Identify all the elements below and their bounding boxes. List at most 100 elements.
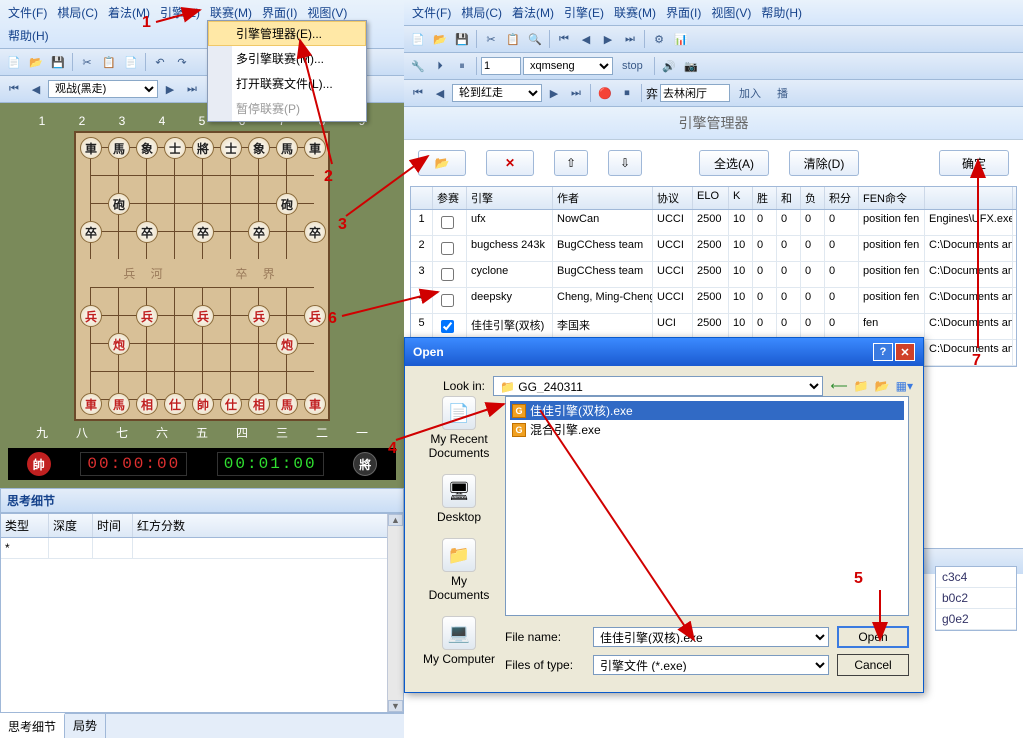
dm-open-league-file[interactable]: 打开联赛文件(L)... [208,71,366,96]
piece[interactable]: 將 [192,137,214,159]
piece[interactable]: 象 [136,137,158,159]
col-loss[interactable]: 负 [801,187,825,209]
tab-thinking[interactable]: 思考细节 [0,713,65,738]
file-list[interactable]: G佳佳引擎(双核).exe G混合引擎.exe [505,396,909,616]
piece[interactable]: 馬 [276,393,298,415]
em-down-button[interactable]: ⇩ [608,150,642,176]
piece[interactable]: 仕 [164,393,186,415]
play-button[interactable]: 播 [770,83,795,103]
th-col-score[interactable]: 红方分数 [133,514,403,537]
join-checkbox[interactable] [441,268,454,281]
tb-icon[interactable]: ⏭ [620,29,640,49]
piece[interactable]: 士 [220,137,242,159]
tb-icon[interactable]: ⏭ [566,83,586,103]
tb-next-icon[interactable]: ▶ [160,79,180,99]
join-button[interactable]: 加入 [732,83,768,103]
th-col-time[interactable]: 时间 [93,514,133,537]
filename-input[interactable]: 佳佳引擎(双核).exe [593,627,829,647]
menu-move[interactable]: 着法(M) [104,2,154,23]
file-item[interactable]: G佳佳引擎(双核).exe [510,401,904,420]
col-draw[interactable]: 和 [777,187,801,209]
piece[interactable]: 卒 [248,221,270,243]
piece[interactable]: 兵 [80,305,102,327]
piece[interactable]: 砲 [108,193,130,215]
tb-prev-icon[interactable]: ◀ [26,79,46,99]
piece[interactable]: 砲 [276,193,298,215]
piece[interactable]: 馬 [276,137,298,159]
lookin-select[interactable]: 📁 GG_240311 [493,376,823,396]
engine-row[interactable]: 2bugchess 243kBugCChess teamUCCI25001000… [411,236,1016,262]
tb-icon[interactable]: 🔧 [408,56,428,76]
move-item[interactable]: c3c4 [936,567,1016,588]
dm-multi-league[interactable]: 多引擎联赛(M)... [208,46,366,71]
rmenu-view[interactable]: 视图(V) [707,2,755,23]
menu-engine[interactable]: 引擎(E) [156,2,204,23]
tb-icon[interactable]: 🔍 [525,29,545,49]
tb-icon[interactable]: 📊 [671,29,691,49]
place-desktop[interactable]: 🖥Desktop [419,474,499,524]
tb-icon[interactable]: 🔴 [595,83,615,103]
tb-icon[interactable]: ⏹ [617,83,637,103]
tb-icon[interactable]: 🔊 [659,56,679,76]
back-icon[interactable]: ⟵ [831,379,848,393]
th-col-type[interactable]: 类型 [1,514,49,537]
piece[interactable]: 車 [304,137,326,159]
tb-icon[interactable]: ▶ [598,29,618,49]
piece[interactable]: 炮 [108,333,130,355]
engine-row[interactable]: 4deepskyCheng, Ming-ChengUCCI2500100000p… [411,288,1016,314]
tb-icon[interactable]: ▶ [544,83,564,103]
piece[interactable]: 相 [136,393,158,415]
dm-engine-manager[interactable]: 引擎管理器(E)... [208,21,366,46]
open-button[interactable]: Open [837,626,909,648]
tb-icon[interactable]: 📂 [430,29,450,49]
menu-file[interactable]: 文件(F) [4,2,51,23]
place-input[interactable] [660,84,730,102]
scrollbar-v[interactable] [387,514,403,712]
em-up-button[interactable]: ⇧ [554,150,588,176]
piece[interactable]: 車 [304,393,326,415]
tb-icon[interactable]: ⏮ [554,29,574,49]
menu-help[interactable]: 帮助(H) [4,25,53,46]
tb-last-icon[interactable]: ⏭ [182,79,202,99]
tb-first-icon[interactable]: ⏮ [4,79,24,99]
viewmode-icon[interactable]: ▦▾ [896,379,913,393]
piece[interactable]: 兵 [248,305,270,327]
engine-row[interactable]: 3cycloneBugCChess teamUCCI2500100000posi… [411,262,1016,288]
piece[interactable]: 卒 [80,221,102,243]
piece[interactable]: 兵 [136,305,158,327]
xiangqi-board[interactable]: 兵 河卒 界 車 馬 象 士 將 士 象 馬 車 砲 砲 卒 卒 卒 卒 卒 兵… [74,131,330,421]
piece[interactable]: 卒 [136,221,158,243]
filetype-select[interactable]: 引擎文件 (*.exe) [593,655,829,675]
piece[interactable]: 相 [248,393,270,415]
engine-row[interactable]: 1ufxNowCanUCCI2500100000position fenEngi… [411,210,1016,236]
col-join[interactable]: 参赛 [433,187,467,209]
em-delete-button[interactable]: ✕ [486,150,534,176]
newfolder-icon[interactable]: 📂 [875,379,890,393]
piece[interactable]: 兵 [192,305,214,327]
place-computer[interactable]: 💻My Computer [419,616,499,666]
piece[interactable]: 馬 [108,137,130,159]
tb-icon[interactable]: ◀ [576,29,596,49]
th-col-depth[interactable]: 深度 [49,514,93,537]
rmenu-move[interactable]: 着法(M) [508,2,558,23]
rmenu-engine[interactable]: 引擎(E) [560,2,608,23]
cancel-button[interactable]: Cancel [837,654,909,676]
piece[interactable]: 兵 [304,305,326,327]
tb-icon[interactable]: ◀ [430,83,450,103]
place-documents[interactable]: 📁My Documents [419,538,499,602]
piece[interactable]: 帥 [192,393,214,415]
col-protocol[interactable]: 协议 [653,187,693,209]
move-item[interactable]: g0e2 [936,609,1016,630]
col-path[interactable] [925,187,1013,209]
num-input[interactable] [481,57,521,75]
open-titlebar[interactable]: Open ? ✕ [405,338,923,366]
tb-icon[interactable]: 📋 [503,29,523,49]
col-win[interactable]: 胜 [753,187,777,209]
mode-combo[interactable]: 观战(黑走) [48,80,158,98]
tab-situation[interactable]: 局势 [65,714,106,738]
tb-icon[interactable]: 📄 [408,29,428,49]
engine-combo[interactable]: xqmseng [523,57,613,75]
col-engine[interactable]: 引擎 [467,187,553,209]
em-selectall-button[interactable]: 全选(A) [699,150,769,176]
tb-undo-icon[interactable]: ↶ [150,52,170,72]
